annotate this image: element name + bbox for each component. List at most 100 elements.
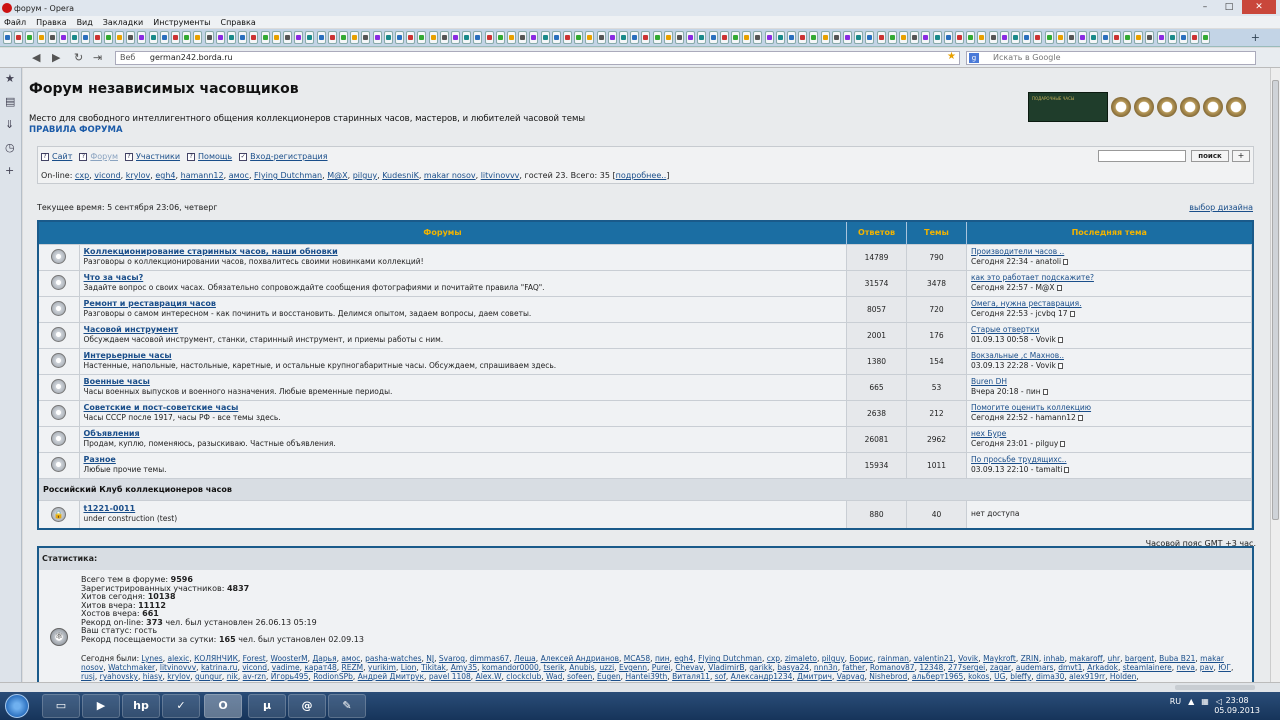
visitor-link[interactable]: father — [842, 663, 865, 672]
visitor-link[interactable]: WoosterM — [270, 654, 307, 663]
browser-tab[interactable] — [70, 31, 80, 44]
visitor-link[interactable]: ryahovsky — [100, 672, 138, 681]
back-icon[interactable]: ◀ — [32, 51, 40, 64]
online-user-link[interactable]: M@X — [327, 171, 347, 180]
browser-tab[interactable] — [540, 31, 550, 44]
browser-tab[interactable] — [372, 31, 382, 44]
browser-tab[interactable] — [283, 31, 292, 44]
visitor-link[interactable]: alexic — [168, 654, 190, 663]
visitor-link[interactable]: rusj — [81, 672, 95, 681]
visitor-link[interactable]: valentin21 — [914, 654, 954, 663]
visitor-link[interactable]: ZRIN — [1021, 654, 1039, 663]
browser-tab[interactable] — [115, 31, 124, 44]
browser-tab[interactable] — [596, 31, 606, 44]
browser-tab[interactable] — [932, 31, 942, 44]
goto-last-post-icon[interactable] — [1057, 337, 1063, 343]
browser-tab[interactable] — [697, 31, 707, 44]
menu-view[interactable]: Вид — [77, 18, 93, 27]
online-user-link[interactable]: litvinovvv — [481, 171, 520, 180]
app-taskbar-icon[interactable]: ✓ — [162, 694, 200, 718]
visitor-link[interactable]: Lynes — [142, 654, 163, 663]
browser-tab[interactable] — [887, 31, 897, 44]
visitor-link[interactable]: dmvt1 — [1058, 663, 1082, 672]
visitor-link[interactable]: Svarog — [439, 654, 465, 663]
last-topic-link[interactable]: Buren DH — [971, 377, 1251, 387]
browser-tab[interactable] — [81, 31, 91, 44]
online-user-link[interactable]: Flying Dutchman — [254, 171, 322, 180]
language-indicator[interactable]: RU — [1170, 697, 1181, 706]
visitor-link[interactable]: Chevav — [675, 663, 703, 672]
search-button[interactable]: поиск — [1191, 150, 1229, 162]
tray-arrow-icon[interactable]: ▲ — [1188, 697, 1194, 706]
browser-tab[interactable] — [809, 31, 819, 44]
browser-tab[interactable] — [406, 31, 416, 44]
menu-bookmarks[interactable]: Закладки — [103, 18, 143, 27]
visitor-link[interactable]: Watchmaker — [108, 663, 155, 672]
visitor-link[interactable]: КОЛЯНЧИК — [194, 654, 238, 663]
forum-name-link[interactable]: Интерьерные часы — [84, 351, 847, 361]
online-user-link[interactable]: hamann12 — [181, 171, 224, 180]
forum-name-link[interactable]: Разное — [84, 455, 847, 465]
utorrent-taskbar-icon[interactable]: µ — [248, 694, 286, 718]
nav-members[interactable]: ? Участники — [125, 152, 180, 161]
browser-tab[interactable] — [742, 31, 752, 44]
speed-dial-icon[interactable]: ⇥ — [93, 51, 102, 64]
visitor-link[interactable]: yurikim — [368, 663, 396, 672]
browser-tab[interactable] — [977, 31, 987, 44]
visitor-link[interactable]: komandor0000 — [482, 663, 539, 672]
browser-tab[interactable] — [820, 31, 830, 44]
visitor-link[interactable]: Андрей Дмитрук — [358, 672, 424, 681]
visitor-link[interactable]: clockclub — [506, 672, 541, 681]
visitor-link[interactable]: egh4 — [674, 654, 693, 663]
forum-name-link[interactable]: t1221-0011 — [84, 504, 847, 514]
visitor-link[interactable]: Алексей Андрианов — [541, 654, 619, 663]
goto-last-post-icon[interactable] — [1056, 285, 1062, 291]
browser-tab[interactable] — [787, 31, 796, 44]
browser-tab[interactable] — [439, 31, 449, 44]
browser-tab[interactable] — [652, 31, 662, 44]
online-user-link[interactable]: makar nosov — [424, 171, 476, 180]
new-tab-button[interactable]: + — [1251, 31, 1260, 44]
browser-tab[interactable] — [3, 31, 12, 44]
browser-tab[interactable] — [876, 31, 886, 44]
browser-tab[interactable] — [473, 31, 483, 44]
forum-rules-link[interactable]: ПРАВИЛА ФОРУМА — [29, 125, 123, 135]
browser-tab[interactable] — [731, 31, 740, 44]
browser-tab[interactable] — [798, 31, 808, 44]
last-topic-link[interactable]: Производители часов .. — [971, 247, 1251, 257]
goto-last-post-icon[interactable] — [1077, 415, 1083, 421]
goto-last-post-icon[interactable] — [1063, 259, 1069, 265]
visitor-link[interactable]: nnn3n — [814, 663, 838, 672]
browser-tab[interactable] — [775, 31, 785, 44]
online-user-link[interactable]: cxp — [75, 171, 89, 180]
visitor-link[interactable]: Holden — [1110, 672, 1136, 681]
last-topic-link[interactable]: По просьбе трудящихс.. — [971, 455, 1251, 465]
visitor-link[interactable]: карат48 — [304, 663, 336, 672]
visitor-link[interactable]: audemars — [1016, 663, 1054, 672]
browser-tab[interactable] — [361, 31, 371, 44]
visitor-link[interactable]: Дмитрич — [797, 672, 832, 681]
visitor-link[interactable]: uzzi — [599, 663, 614, 672]
menu-tools[interactable]: Инструменты — [153, 18, 210, 27]
add-panel-icon[interactable]: + — [5, 164, 14, 177]
visitor-link[interactable]: Anubis — [569, 663, 594, 672]
browser-tab[interactable] — [137, 31, 147, 44]
visitor-link[interactable]: alex919rr — [1069, 672, 1105, 681]
forum-name-link[interactable]: Советские и пост-советские часы — [84, 403, 847, 413]
browser-tab[interactable] — [350, 31, 360, 44]
visitor-link[interactable]: Tikitak — [421, 663, 446, 672]
menu-edit[interactable]: Правка — [36, 18, 66, 27]
browser-tab[interactable] — [484, 31, 494, 44]
close-button[interactable]: ✕ — [1242, 0, 1276, 14]
visitor-link[interactable]: NJ — [426, 654, 434, 663]
browser-tab[interactable] — [171, 31, 180, 44]
browser-tab[interactable] — [551, 31, 561, 44]
browser-tab[interactable] — [585, 31, 595, 44]
browser-tab[interactable] — [462, 31, 472, 44]
last-topic-link[interactable]: Вокзальные ,с Махнов.. — [971, 351, 1251, 361]
visitor-link[interactable]: Дарья — [312, 654, 336, 663]
forum-search-input[interactable] — [1098, 150, 1186, 162]
nav-site[interactable]: ? Сайт — [41, 152, 72, 161]
history-icon[interactable]: ◷ — [5, 141, 15, 154]
visitor-link[interactable]: Purei — [652, 663, 671, 672]
